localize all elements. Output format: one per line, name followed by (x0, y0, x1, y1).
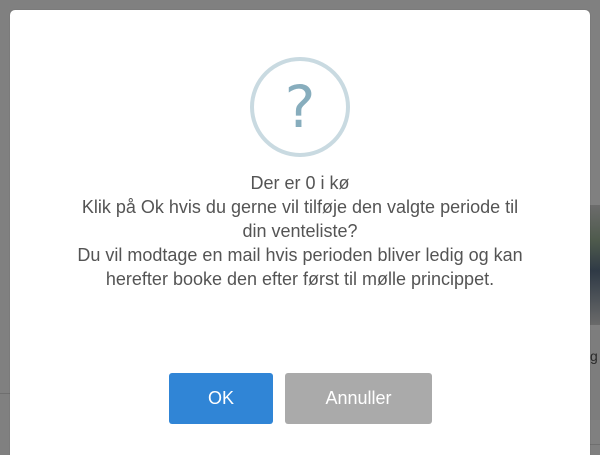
question-icon: ? (250, 57, 350, 157)
question-mark-glyph: ? (284, 73, 316, 141)
message-line: Du vil modtage en mail hvis perioden bli… (77, 245, 523, 265)
dialog-message: Der er 0 i kø Klik på Ok hvis du gerne v… (30, 171, 570, 291)
ok-button[interactable]: OK (169, 373, 273, 424)
cancel-button[interactable]: Annuller (285, 373, 432, 424)
background-text-fragment: g (590, 348, 598, 364)
message-line: Klik på Ok hvis du gerne vil tilføje den… (81, 197, 519, 217)
message-line: Der er 0 i kø (250, 173, 350, 193)
waitlist-confirm-dialog: ? Der er 0 i kø Klik på Ok hvis du gerne… (10, 10, 590, 455)
message-line: herefter booke den efter først til mølle… (105, 269, 495, 289)
message-line: din venteliste? (242, 221, 358, 241)
